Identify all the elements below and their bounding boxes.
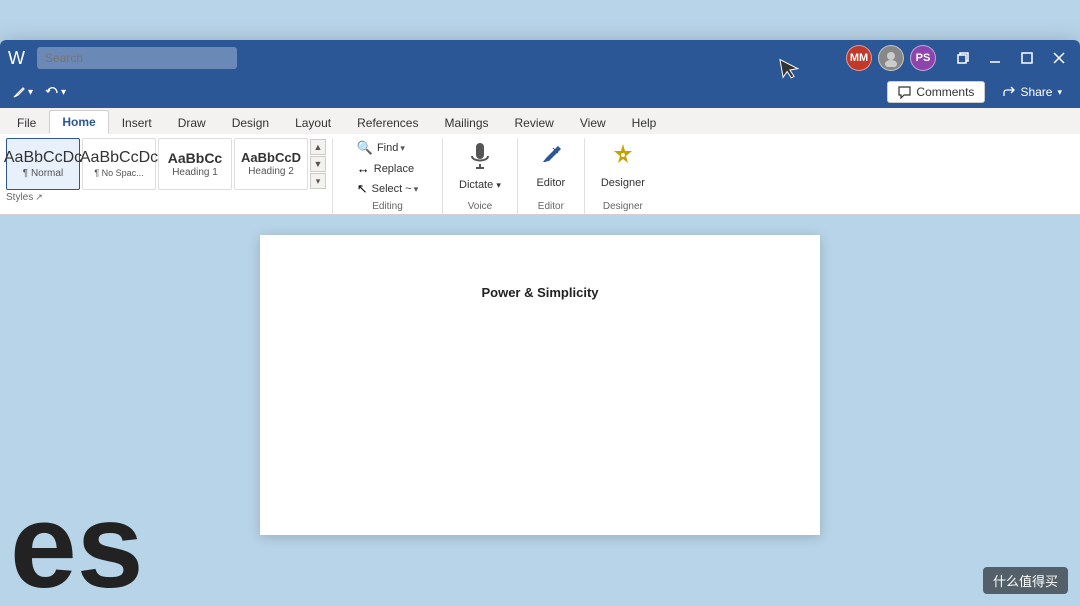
editing-group-label: Editing bbox=[372, 201, 403, 212]
tab-references[interactable]: References bbox=[344, 111, 431, 134]
editing-group: 🔍 Find ▾ ↔ Replace bbox=[333, 138, 443, 214]
document-page-title: Power & Simplicity bbox=[332, 285, 748, 300]
pen-dropdown-arrow: ▾ bbox=[28, 87, 33, 98]
title-bar-right: MM PS bbox=[846, 45, 1072, 71]
tab-review[interactable]: Review bbox=[502, 111, 567, 134]
style-nospace-label: ¶ No Spac... bbox=[94, 168, 143, 178]
undo-button[interactable]: ▾ bbox=[41, 83, 70, 101]
ribbon-tabs: File Home Insert Draw Design Layout Refe… bbox=[0, 108, 1080, 134]
editor-icon bbox=[538, 142, 564, 175]
find-icon: 🔍 bbox=[357, 140, 373, 156]
select-label: Select ~ ▾ bbox=[372, 183, 419, 195]
dictate-icon bbox=[468, 142, 492, 177]
maximize-button[interactable] bbox=[1014, 45, 1040, 71]
designer-group-content: Designer bbox=[591, 138, 655, 199]
tab-draw[interactable]: Draw bbox=[165, 111, 219, 134]
find-label: Find ▾ bbox=[377, 142, 405, 154]
styles-gallery: AaBbCcDc ¶ Normal AaBbCcDc ¶ No Spac... … bbox=[6, 138, 326, 190]
replace-icon: ↔ bbox=[357, 161, 370, 176]
document-area: Power & Simplicity es bbox=[0, 215, 1080, 606]
style-normal[interactable]: AaBbCcDc ¶ Normal bbox=[6, 138, 80, 190]
tab-mailings[interactable]: Mailings bbox=[431, 111, 501, 134]
quick-access-toolbar: ▾ ▾ bbox=[8, 83, 70, 101]
designer-label: Designer bbox=[601, 177, 645, 189]
dictate-button[interactable]: Dictate ▾ bbox=[449, 138, 511, 195]
designer-group-label: Designer bbox=[603, 201, 643, 212]
style-heading2[interactable]: AaBbCcD Heading 2 bbox=[234, 138, 308, 190]
avatar-mm[interactable]: MM bbox=[846, 45, 872, 71]
voice-group-content: Dictate ▾ bbox=[449, 138, 511, 199]
dictate-label: Dictate ▾ bbox=[459, 179, 501, 191]
tab-view[interactable]: View bbox=[567, 111, 619, 134]
voice-group: Dictate ▾ Voice bbox=[443, 138, 518, 214]
style-normal-preview: AaBbCcDc bbox=[4, 150, 82, 166]
editing-group-content: 🔍 Find ▾ ↔ Replace bbox=[353, 138, 423, 199]
document-page: Power & Simplicity bbox=[260, 235, 820, 535]
avatar-ps[interactable]: PS bbox=[910, 45, 936, 71]
styles-group: AaBbCcDc ¶ Normal AaBbCcDc ¶ No Spac... … bbox=[0, 138, 333, 214]
editor-button[interactable]: Editor bbox=[524, 138, 578, 193]
designer-icon bbox=[610, 142, 636, 175]
styles-scroll-up[interactable]: ▲ bbox=[310, 139, 326, 155]
style-normal-label: ¶ Normal bbox=[23, 168, 63, 179]
styles-expand[interactable]: ▾ bbox=[310, 173, 326, 189]
tab-insert[interactable]: Insert bbox=[109, 111, 165, 134]
close-button[interactable] bbox=[1046, 45, 1072, 71]
watermark: 什么值得买 bbox=[983, 567, 1068, 594]
editor-group: Editor Editor bbox=[518, 138, 585, 214]
tab-home[interactable]: Home bbox=[49, 110, 108, 134]
styles-expand-icon[interactable]: ↗ bbox=[35, 192, 43, 203]
replace-label: Replace bbox=[374, 163, 414, 175]
editor-label: Editor bbox=[536, 177, 565, 189]
tab-file[interactable]: File bbox=[4, 111, 49, 134]
style-heading1-label: Heading 1 bbox=[172, 167, 218, 178]
editor-group-content: Editor bbox=[524, 138, 578, 199]
word-window: W MM PS bbox=[0, 40, 1080, 606]
pen-tool-button[interactable]: ▾ bbox=[8, 83, 37, 101]
share-dropdown-arrow: ▾ bbox=[1057, 87, 1062, 98]
ribbon-content: AaBbCcDc ¶ Normal AaBbCcDc ¶ No Spac... … bbox=[0, 134, 1080, 215]
tab-help[interactable]: Help bbox=[619, 111, 670, 134]
share-label: Share bbox=[1020, 85, 1052, 99]
styles-scroll-down[interactable]: ▼ bbox=[310, 156, 326, 172]
title-search-input[interactable] bbox=[37, 47, 237, 69]
style-heading1-preview: AaBbCc bbox=[168, 151, 222, 165]
designer-group: Designer Designer bbox=[585, 138, 661, 214]
minimize-button[interactable] bbox=[982, 45, 1008, 71]
document-large-text: es bbox=[0, 486, 143, 606]
style-heading2-label: Heading 2 bbox=[248, 166, 294, 177]
ribbon-area: ▾ ▾ Comments Share ▾ bbox=[0, 76, 1080, 215]
tab-design[interactable]: Design bbox=[219, 111, 282, 134]
designer-button[interactable]: Designer bbox=[591, 138, 655, 193]
title-bar-left: W bbox=[8, 47, 846, 69]
header-action-buttons: Comments Share ▾ bbox=[887, 81, 1072, 103]
styles-scroll-buttons: ▲ ▼ ▾ bbox=[310, 139, 326, 189]
styles-group-label: Styles ↗ bbox=[6, 192, 43, 203]
voice-group-label: Voice bbox=[468, 201, 492, 212]
comments-button[interactable]: Comments bbox=[887, 81, 985, 103]
select-button[interactable]: ↖ Select ~ ▾ bbox=[353, 179, 423, 199]
select-icon: ↖ bbox=[357, 181, 368, 197]
replace-button[interactable]: ↔ Replace bbox=[353, 159, 423, 178]
share-button[interactable]: Share ▾ bbox=[993, 82, 1072, 102]
style-heading2-preview: AaBbCcD bbox=[241, 151, 301, 164]
tab-layout[interactable]: Layout bbox=[282, 111, 344, 134]
title-bar: W MM PS bbox=[0, 40, 1080, 76]
word-logo-icon: W bbox=[8, 48, 25, 69]
comments-label: Comments bbox=[916, 85, 974, 99]
style-heading1[interactable]: AaBbCc Heading 1 bbox=[158, 138, 232, 190]
avatar-photo[interactable] bbox=[878, 45, 904, 71]
restore-button[interactable] bbox=[950, 45, 976, 71]
style-nospace-preview: AaBbCcDc bbox=[80, 150, 158, 166]
style-nospace[interactable]: AaBbCcDc ¶ No Spac... bbox=[82, 138, 156, 190]
find-button[interactable]: 🔍 Find ▾ bbox=[353, 138, 423, 158]
editor-group-label: Editor bbox=[538, 201, 564, 212]
